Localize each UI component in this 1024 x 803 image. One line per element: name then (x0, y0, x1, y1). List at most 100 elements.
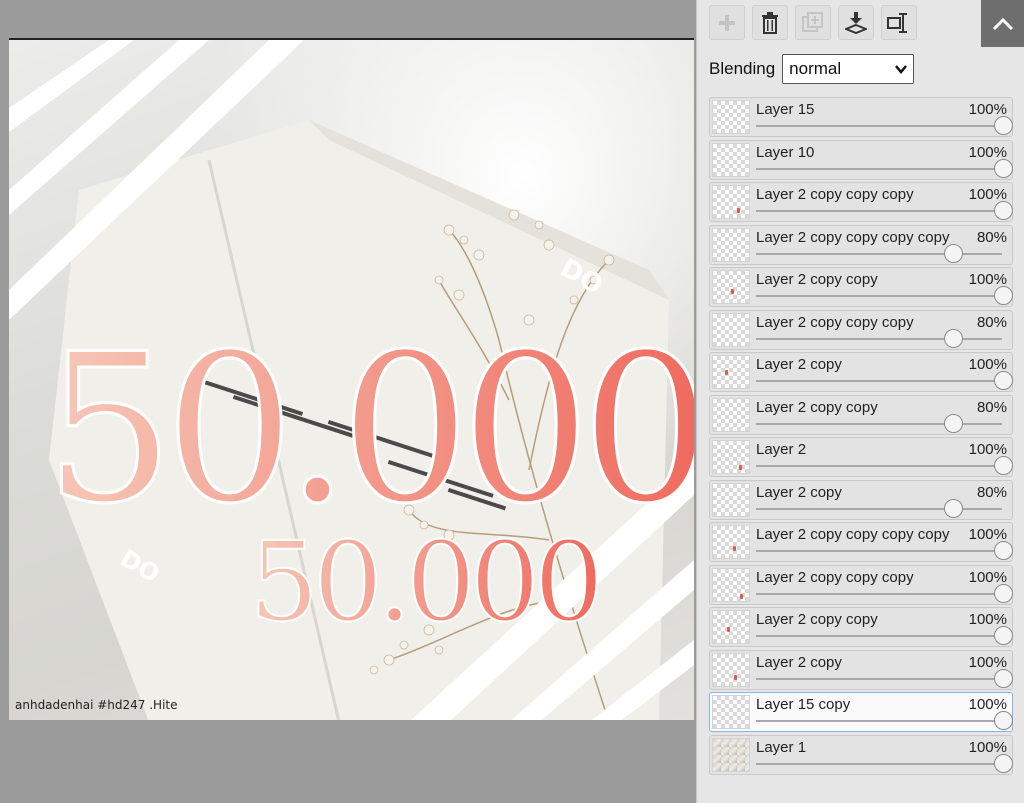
layer-row[interactable]: Layer 15 100% (709, 97, 1013, 137)
opacity-slider-track[interactable] (756, 210, 1002, 212)
add-layer-button[interactable] (709, 5, 745, 40)
layer-name: Layer 2 copy (756, 356, 842, 373)
plus-icon (719, 14, 735, 31)
big-number-text: 50.000 (44, 311, 694, 549)
layer-row[interactable]: Layer 2 copy copy 100% (709, 607, 1013, 647)
opacity-slider-track[interactable] (756, 592, 1002, 595)
layer-row[interactable]: Layer 10 100% (709, 139, 1013, 180)
layer-name: Layer 2 copy (756, 653, 842, 671)
layer-opacity-value: 100% (968, 568, 1007, 586)
layer-thumbnail (712, 227, 750, 262)
opacity-slider-thumb[interactable] (994, 541, 1013, 560)
layer-name: Layer 2 copy copy (756, 271, 878, 288)
layer-thumbnail (712, 482, 750, 517)
opacity-slider-thumb[interactable] (994, 583, 1013, 603)
opacity-slider-track[interactable] (756, 677, 1002, 680)
layer-row[interactable]: Layer 1 100% (709, 734, 1013, 775)
chevron-down-icon (895, 65, 908, 74)
delete-layer-button[interactable] (752, 5, 788, 40)
layer-row[interactable]: Layer 15 copy 100% (709, 692, 1013, 732)
opacity-slider-track[interactable] (756, 465, 1002, 467)
layer-thumbnail (712, 525, 750, 559)
opacity-slider-track[interactable] (756, 550, 1002, 552)
opacity-slider-thumb[interactable] (994, 711, 1013, 730)
chevron-up-icon (992, 17, 1014, 30)
opacity-slider-thumb[interactable] (994, 158, 1013, 178)
thumbnail-mark (739, 465, 742, 470)
opacity-slider-thumb[interactable] (944, 328, 964, 348)
thumbnail-mark (734, 674, 737, 680)
opacity-slider-track[interactable] (756, 252, 1002, 255)
blending-row: Blending normal (709, 54, 915, 84)
layer-name: Layer 2 copy copy copy copy (756, 228, 950, 246)
layer-thumbnail (712, 737, 750, 772)
opacity-slider-track[interactable] (756, 635, 1002, 637)
layer-name: Layer 2 copy copy copy copy (756, 526, 950, 543)
blending-label: Blending (709, 59, 776, 78)
layer-thumbnail (712, 567, 750, 602)
opacity-slider-track[interactable] (756, 720, 1002, 722)
layers-list: Layer 15 100% Layer 10 100% Layer 2 copy cop… (709, 97, 1013, 777)
layer-name: Layer 2 copy (756, 483, 842, 501)
layer-row[interactable]: Layer 2 copy 100% (709, 649, 1013, 690)
opacity-slider-thumb[interactable] (944, 413, 964, 433)
small-number-text: 50.000 (249, 518, 598, 646)
layer-name: Layer 10 (756, 143, 815, 161)
layer-thumbnail (712, 355, 750, 389)
opacity-slider-thumb[interactable] (994, 201, 1013, 220)
layer-row[interactable]: Layer 2 copy copy 80% (709, 394, 1013, 435)
opacity-slider-thumb[interactable] (994, 116, 1013, 135)
layer-row[interactable]: Layer 2 copy copy 100% (709, 267, 1013, 307)
thumbnail-mark (727, 627, 730, 632)
layer-opacity-value: 80% (976, 228, 1007, 246)
layer-name: Layer 2 (756, 441, 807, 458)
opacity-slider-track[interactable] (756, 167, 1002, 170)
opacity-slider-thumb[interactable] (994, 753, 1013, 773)
opacity-slider-thumb[interactable] (994, 668, 1013, 688)
layer-row[interactable]: Layer 2 copy copy copy copy 100% (709, 522, 1013, 562)
duplicate-icon (802, 11, 823, 32)
opacity-slider-track[interactable] (756, 380, 1002, 382)
layer-name: Layer 1 (756, 738, 807, 756)
layer-row[interactable]: Layer 2 copy copy copy 80% (709, 309, 1013, 350)
layer-opacity-value: 100% (968, 143, 1007, 161)
layer-row[interactable]: Layer 2 copy copy copy copy 80% (709, 224, 1013, 265)
layer-thumbnail (712, 610, 750, 644)
opacity-slider-track[interactable] (756, 762, 1002, 765)
opacity-slider-thumb[interactable] (994, 371, 1013, 390)
opacity-slider-thumb[interactable] (944, 243, 964, 263)
opacity-slider-track[interactable] (756, 125, 1002, 127)
layer-properties-button[interactable] (881, 5, 917, 40)
blending-select[interactable]: normal (782, 54, 915, 84)
layer-opacity-value: 80% (976, 398, 1007, 416)
opacity-slider-track[interactable] (756, 337, 1002, 340)
trash-icon (762, 11, 778, 34)
opacity-slider-thumb[interactable] (994, 286, 1013, 305)
layer-opacity-value: 80% (976, 483, 1007, 501)
merge-down-icon (845, 11, 867, 34)
layer-name: Layer 2 copy copy copy (756, 568, 914, 586)
sticker-text-bottom: DO (116, 544, 165, 588)
layer-name: Layer 2 copy copy copy (756, 313, 914, 331)
layer-row[interactable]: Layer 2 copy copy copy 100% (709, 182, 1013, 222)
layer-opacity-value: 100% (968, 738, 1007, 756)
opacity-slider-thumb[interactable] (944, 498, 964, 518)
layer-thumbnail (712, 185, 750, 219)
collapse-panel-button[interactable] (981, 0, 1024, 47)
layer-opacity-value: 80% (976, 313, 1007, 331)
artwork-canvas[interactable]: 50.000 50.000 DO DO anhdadenhai #hd247 .… (9, 38, 694, 720)
layer-thumbnail (712, 397, 750, 432)
layer-name: Layer 15 (756, 101, 815, 118)
opacity-slider-track[interactable] (756, 507, 1002, 510)
opacity-slider-track[interactable] (756, 295, 1002, 297)
layer-row[interactable]: Layer 2 copy 100% (709, 352, 1013, 392)
opacity-slider-thumb[interactable] (994, 626, 1013, 645)
layer-row[interactable]: Layer 2 copy 80% (709, 479, 1013, 520)
duplicate-layer-button[interactable] (795, 5, 831, 40)
layer-row[interactable]: Layer 2 copy copy copy 100% (709, 564, 1013, 605)
layer-row[interactable]: Layer 2 100% (709, 437, 1013, 477)
opacity-slider-track[interactable] (756, 422, 1002, 425)
merge-down-button[interactable] (838, 5, 874, 40)
layer-thumbnail (712, 440, 750, 474)
opacity-slider-thumb[interactable] (994, 456, 1013, 475)
